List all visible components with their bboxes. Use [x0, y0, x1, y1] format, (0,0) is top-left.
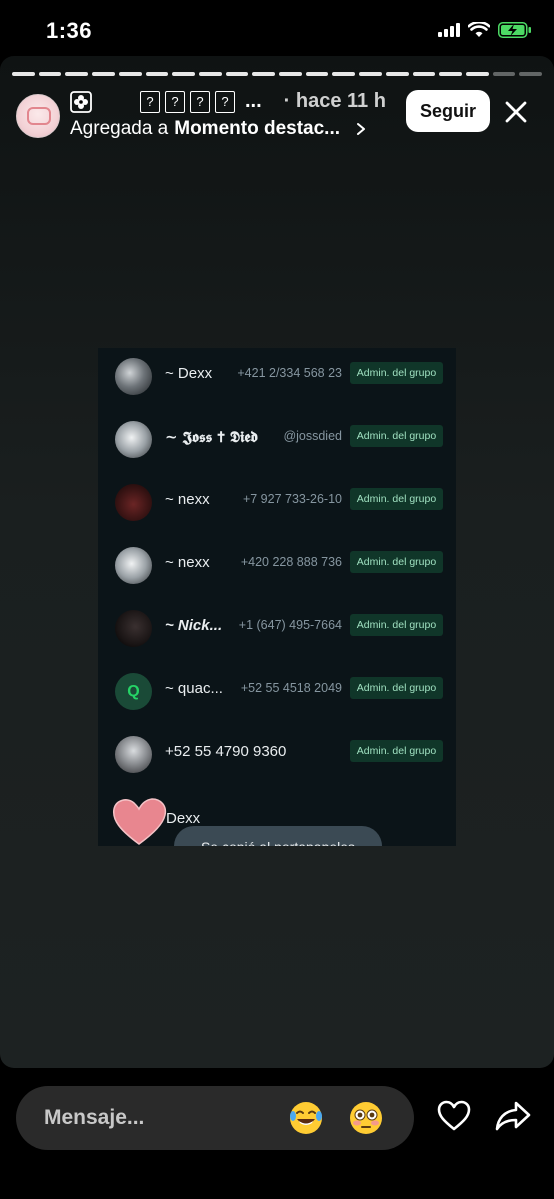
member-name: ~ Dexx: [165, 365, 213, 382]
story-time-ago: · hace 11 h: [283, 90, 386, 112]
member-name: ~ nexx: [165, 554, 210, 571]
copied-toast: Se copió al portapapeles: [174, 826, 382, 846]
member-avatar: [115, 736, 152, 773]
progress-segment: [412, 72, 436, 76]
follow-button[interactable]: Seguir: [406, 90, 490, 132]
progress-segment: [198, 72, 222, 76]
member-name: Dexx: [166, 810, 201, 827]
share-icon[interactable]: [494, 1098, 532, 1134]
missing-glyph-icon: ?: [190, 90, 210, 113]
heart-icon[interactable]: [436, 1098, 472, 1134]
missing-glyph-icon: ?: [140, 90, 160, 113]
close-icon[interactable]: [500, 96, 532, 128]
missing-glyph-icon: ?: [215, 90, 235, 113]
progress-segment: [279, 72, 302, 76]
story-progress-bar: [12, 72, 543, 76]
member-phone: @jossdied: [283, 429, 342, 443]
unsupported-glyphs: ? ? ? ?: [140, 90, 235, 113]
admin-badge: Admin. del grupo: [350, 740, 443, 762]
signal-icon: [438, 23, 460, 37]
story-viewer[interactable]: ? ? ? ? ... · hace 11 h Agregada a Momen…: [0, 56, 554, 1068]
username-ellipsis: ...: [245, 90, 262, 112]
progress-segment: [252, 72, 276, 76]
member-row: ~ Dexx +421 2/334 568 23 Admin. del grup…: [98, 348, 456, 411]
progress-segment: [519, 72, 543, 76]
progress-segment: [332, 72, 356, 76]
story-username-row[interactable]: ? ? ? ? ... · hace 11 h: [70, 90, 386, 113]
wifi-icon: [468, 22, 490, 37]
member-row: Q ~ quac... +52 55 4518 2049 Admin. del …: [98, 663, 456, 726]
member-row: ~ nexx +7 927 733-26-10 Admin. del grupo: [98, 474, 456, 537]
member-avatar: [115, 547, 152, 584]
admin-badge: Admin. del grupo: [350, 614, 443, 636]
admin-badge: Admin. del grupo: [350, 488, 443, 510]
status-time: 1:36: [46, 18, 93, 43]
admin-badge: Admin. del grupo: [350, 362, 443, 384]
flushed-emoji-icon[interactable]: [348, 1100, 384, 1136]
progress-segment: [38, 72, 62, 76]
member-avatar: [115, 610, 152, 647]
member-row: ~ nexx +420 228 888 736 Admin. del grupo: [98, 537, 456, 600]
admin-badge: Admin. del grupo: [350, 425, 443, 447]
member-row: ~ Nick... +1 (647) 495-7664 Admin. del g…: [98, 600, 456, 663]
flower-icon: [70, 90, 92, 113]
progress-segment: [172, 72, 195, 76]
member-name: ~ 𝕵𝖔𝖘𝖘 ✝ 𝕯𝖎𝖊𝖉: [165, 428, 258, 446]
admin-badge: Admin. del grupo: [350, 551, 443, 573]
message-placeholder: Mensaje...: [44, 1106, 145, 1129]
laughing-tears-emoji-icon[interactable]: [288, 1100, 324, 1136]
member-row: +52 55 4790 9360 Admin. del grupo: [98, 726, 456, 789]
member-name: ~ quac...: [165, 680, 223, 697]
member-name: ~ nexx: [165, 491, 210, 508]
progress-segment: [492, 72, 516, 76]
progress-segment: [145, 72, 169, 76]
highlight-link[interactable]: Agregada a Momento destac...: [70, 118, 368, 140]
avatar[interactable]: [16, 94, 60, 138]
member-avatar: [115, 358, 152, 395]
member-phone: +1 (647) 495-7664: [238, 618, 342, 632]
member-avatar: [115, 484, 152, 521]
status-bar: 1:36: [0, 0, 554, 62]
reply-bar: Mensaje...: [0, 1068, 554, 1199]
member-avatar: [115, 421, 152, 458]
status-icons: [438, 22, 532, 38]
member-phone: +52 55 4518 2049: [240, 681, 342, 695]
highlight-prefix: Agregada a: [70, 118, 169, 139]
admin-badge: Admin. del grupo: [350, 677, 443, 699]
member-row: ~ 𝕵𝖔𝖘𝖘 ✝ 𝕯𝖎𝖊𝖉 @jossdied Admin. del grupo: [98, 411, 456, 474]
progress-segment: [385, 72, 409, 76]
progress-segment: [305, 72, 329, 76]
story-header: ? ? ? ? ... · hace 11 h Agregada a Momen…: [0, 88, 554, 148]
member-phone: +420 228 888 736: [240, 555, 342, 569]
story-image: ~ Dexx +421 2/334 568 23 Admin. del grup…: [98, 348, 456, 846]
missing-glyph-icon: ?: [165, 90, 185, 113]
progress-segment: [225, 72, 249, 76]
member-avatar: Q: [115, 673, 152, 710]
chevron-right-icon: [357, 123, 365, 135]
member-name: +52 55 4790 9360: [165, 743, 287, 760]
progress-segment: [439, 72, 462, 76]
member-phone: +7 927 733-26-10: [242, 492, 342, 506]
message-input[interactable]: Mensaje...: [16, 1086, 414, 1150]
progress-segment: [359, 72, 382, 76]
progress-segment: [12, 72, 35, 76]
heart-avatar-icon: [112, 798, 167, 845]
progress-segment: [118, 72, 142, 76]
highlight-name: Momento destac...: [174, 118, 340, 139]
battery-charging-icon: [498, 22, 531, 38]
progress-segment: [92, 72, 115, 76]
member-phone: +421 2/334 568 23: [237, 366, 342, 380]
member-name: ~ Nick...: [165, 617, 223, 634]
progress-segment: [465, 72, 489, 76]
progress-segment: [65, 72, 89, 76]
